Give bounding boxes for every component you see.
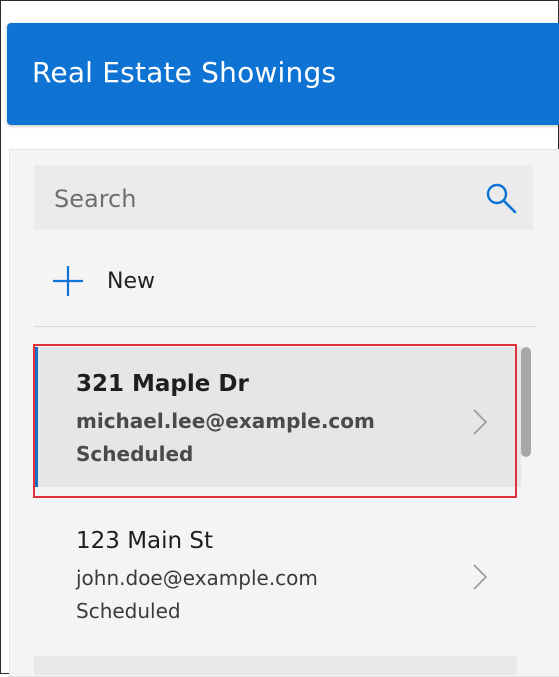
item-email: michael.lee@example.com [76,409,375,433]
new-button-label: New [107,268,155,294]
divider [34,326,536,327]
list-item[interactable] [34,656,517,675]
plus-icon [51,264,85,298]
search-input[interactable] [52,165,456,232]
search-icon[interactable] [484,181,518,215]
item-address: 123 Main St [76,528,214,554]
list-item[interactable]: 123 Main St john.doe@example.com Schedul… [34,504,517,643]
item-email: john.doe@example.com [76,566,318,590]
item-address: 321 Maple Dr [76,371,249,397]
item-status: Scheduled [76,442,194,466]
search-box[interactable] [34,165,533,232]
chevron-right-icon [470,562,492,592]
scrollbar-thumb[interactable] [521,347,531,457]
chevron-right-icon [470,407,492,437]
new-button[interactable]: New [34,251,334,311]
list-item[interactable]: 321 Maple Dr michael.lee@example.com Sch… [34,347,521,487]
item-status: Scheduled [76,599,181,623]
app-header: Real Estate Showings [7,23,559,125]
app-title: Real Estate Showings [32,56,337,89]
app-window: Real Estate Showings New 321 Maple Dr mi… [0,0,559,677]
